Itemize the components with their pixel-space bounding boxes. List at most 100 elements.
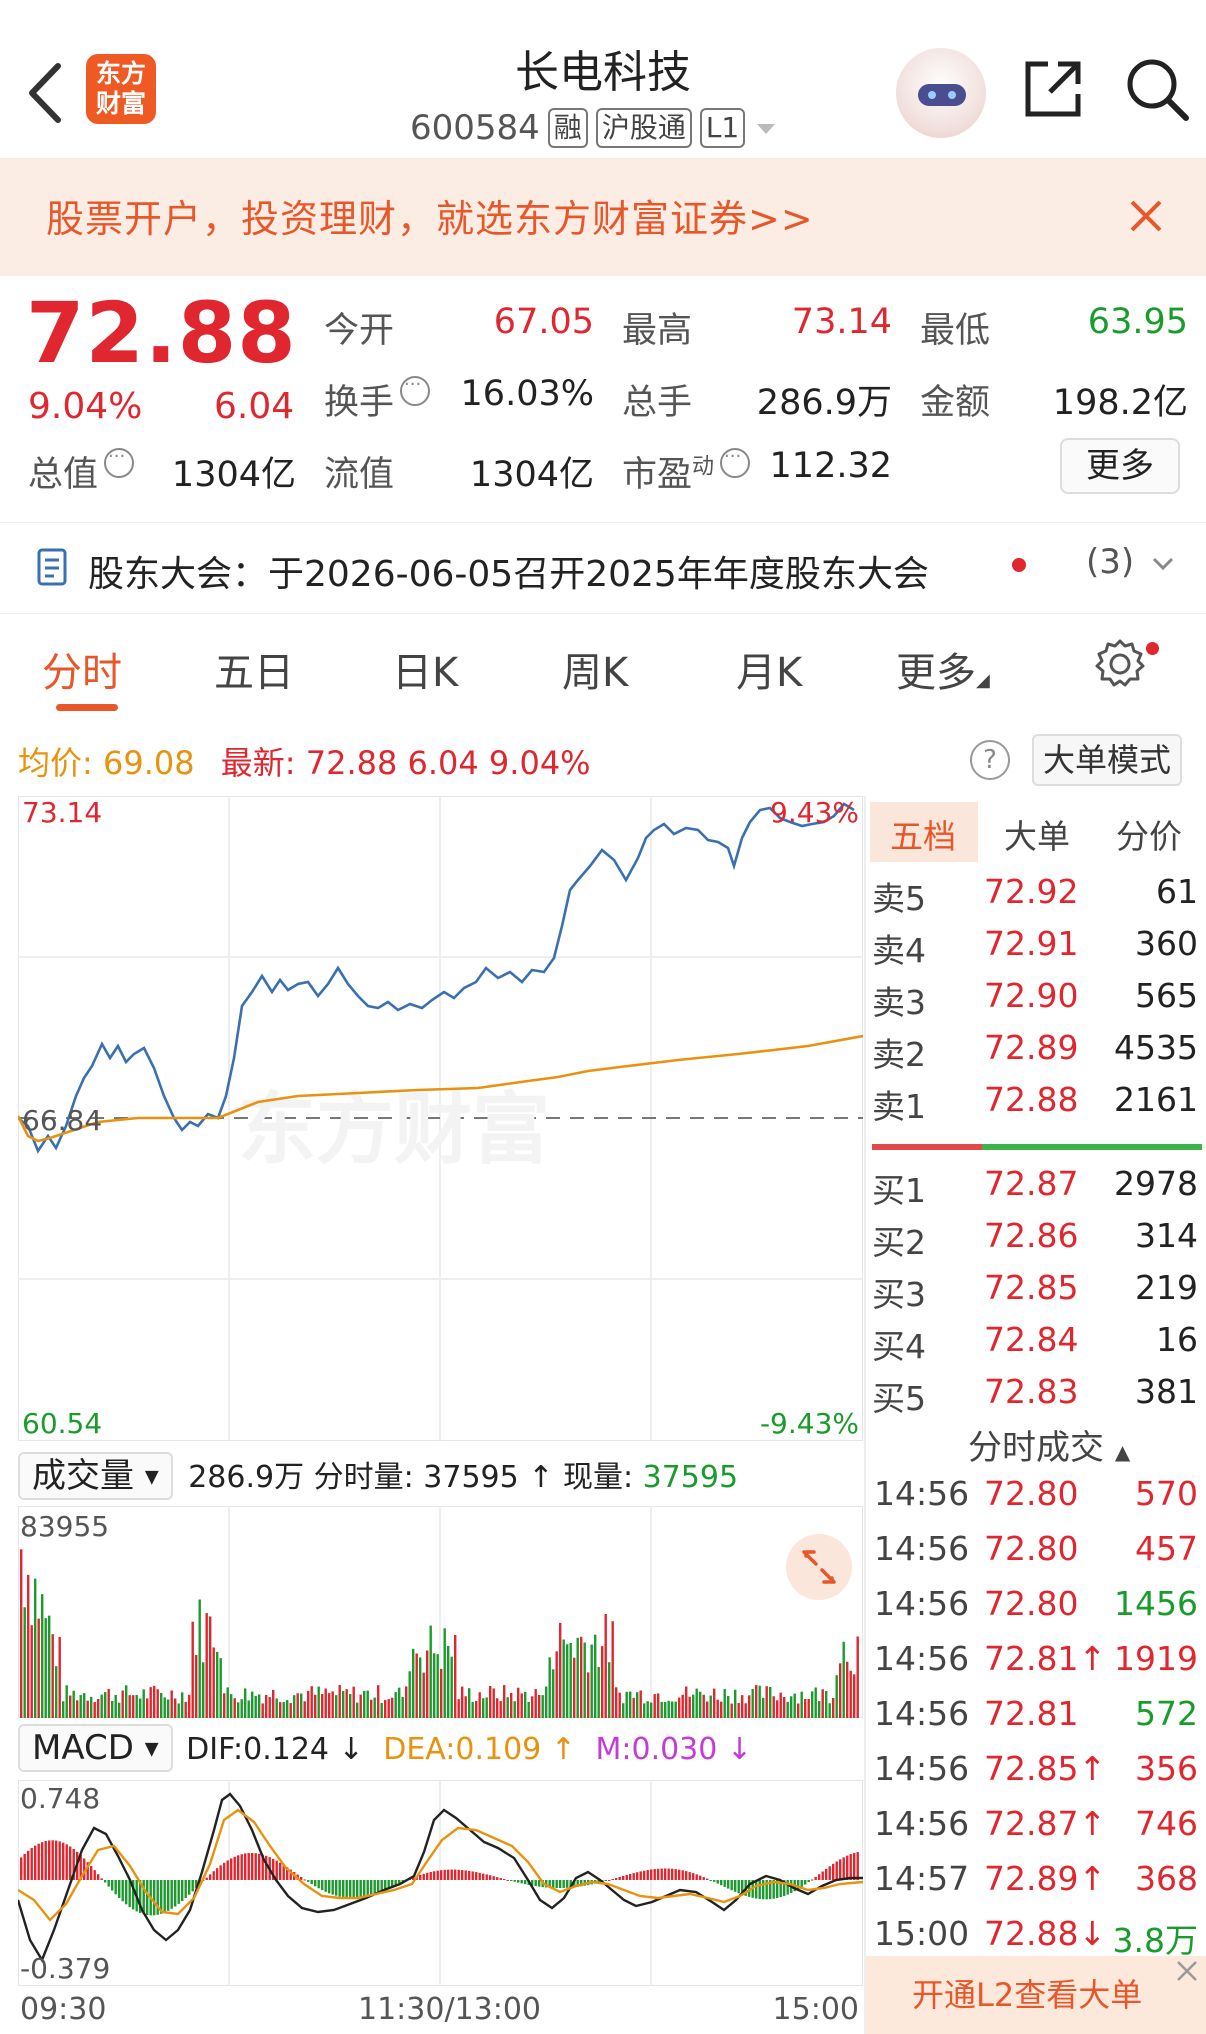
macd-bar (454, 1869, 457, 1880)
volume-bar (594, 1634, 597, 1718)
volume-bar (86, 1700, 89, 1718)
volume-bar (233, 1698, 236, 1718)
macd-bar (363, 1880, 366, 1897)
volume-bar (184, 1701, 187, 1718)
volume-bar (657, 1693, 660, 1718)
l2-banner-text[interactable]: 开通L2查看大单 (912, 1970, 1142, 2016)
macd-bar (65, 1844, 68, 1880)
turnover-label[interactable]: 换手 (324, 374, 431, 425)
volume-bar (114, 1694, 117, 1718)
close-icon[interactable] (1172, 1956, 1202, 1986)
big-order-mode-button[interactable]: 大单模式 (1032, 734, 1182, 786)
tab-daily-k[interactable]: 日K (392, 640, 458, 698)
macd-bar (233, 1856, 236, 1880)
volume-bar (786, 1701, 789, 1718)
help-icon[interactable]: ? (970, 740, 1010, 780)
assistant-robot-icon[interactable] (896, 48, 986, 138)
info-icon[interactable] (104, 446, 135, 478)
macd-bar (552, 1880, 555, 1888)
volume-bar (97, 1699, 100, 1718)
macd-bar (104, 1880, 107, 1883)
macd-bar (373, 1880, 376, 1894)
tick-trades-header[interactable]: 分时成交 ▲ (968, 1420, 1130, 1469)
expand-chart-button[interactable] (786, 1534, 852, 1600)
chevron-down-icon[interactable] (1150, 554, 1176, 574)
macd-bar (664, 1868, 667, 1880)
stock-code-line[interactable]: 600584 融 沪股通 L1 (410, 104, 779, 152)
search-icon[interactable] (1122, 54, 1192, 124)
tab-order-book[interactable]: 五档 (890, 810, 956, 858)
volume-bar (384, 1700, 387, 1718)
volume-bar (751, 1688, 754, 1718)
volume-bar (160, 1692, 163, 1718)
volume-bar (307, 1690, 310, 1718)
macd-bar (377, 1880, 380, 1893)
chevron-down-icon[interactable] (753, 118, 779, 138)
macd-bar (566, 1880, 569, 1888)
gear-icon[interactable] (1092, 636, 1148, 692)
volume-bar (401, 1696, 404, 1718)
promo-banner[interactable]: 股票开户，投资理财，就选东方财富证券>> (0, 158, 1206, 276)
volume-bar (713, 1688, 716, 1718)
volume-bar (167, 1699, 170, 1718)
macd-bar (499, 1878, 502, 1880)
tab-big-orders[interactable]: 大单 (1004, 810, 1070, 858)
macd-bar (496, 1877, 499, 1880)
current-price: 72.88 (26, 284, 297, 382)
stock-code: 600584 (410, 108, 540, 148)
mktcap-label[interactable]: 总值 (28, 446, 135, 497)
tab-weekly-k[interactable]: 周K (562, 640, 628, 698)
volume-bar (247, 1700, 250, 1718)
volume-bar (125, 1685, 128, 1718)
macd-bar (205, 1877, 208, 1880)
macd-bar (209, 1874, 212, 1880)
close-icon[interactable] (1126, 196, 1166, 236)
macd-bar (482, 1873, 485, 1880)
macd-bar (615, 1877, 618, 1880)
share-icon[interactable] (1020, 56, 1086, 122)
tab-monthly-k[interactable]: 月K (736, 640, 802, 698)
tab-price-distribution[interactable]: 分价 (1116, 810, 1182, 858)
volume-bar (237, 1702, 240, 1718)
tick-row: 14:56 72.80 1456 (874, 1584, 1198, 1623)
macd-bar (517, 1880, 520, 1883)
volume-bar (30, 1625, 33, 1718)
macd-bar (688, 1872, 691, 1880)
volume-bar (300, 1693, 303, 1718)
volume-bar (674, 1701, 677, 1718)
volume-bar (394, 1692, 397, 1718)
macd-bar (146, 1880, 149, 1915)
macd-bar (23, 1853, 26, 1880)
macd-bar (254, 1853, 257, 1880)
volume-bar (72, 1690, 75, 1718)
volume-bar (156, 1689, 159, 1718)
macd-indicator-dropdown[interactable]: MACD ▼ (18, 1724, 173, 1772)
macd-bar (538, 1880, 541, 1887)
tab-five-day[interactable]: 五日 (214, 640, 294, 698)
info-icon[interactable] (400, 374, 431, 406)
mktcap-value: 1304亿 (171, 455, 296, 495)
volume-bar (825, 1691, 828, 1718)
ask-row-1: 卖1 72.88 2161 (872, 1080, 1198, 1126)
volume-bar (765, 1686, 768, 1718)
promo-text: 股票开户，投资理财，就选东方财富证券>> (46, 197, 814, 241)
volume-bar (296, 1693, 299, 1718)
volume-bar (562, 1639, 565, 1718)
volume-bar (412, 1648, 415, 1718)
macd-bar (433, 1871, 436, 1880)
volume-bar (811, 1691, 814, 1718)
tab-more[interactable]: 更多◢ (896, 640, 990, 698)
volume-bar (321, 1694, 324, 1718)
pe-label[interactable]: 市盈动 (622, 446, 751, 497)
tick-row: 14:56 72.80 570 (874, 1474, 1198, 1513)
info-icon[interactable] (720, 446, 751, 478)
volume-bar (695, 1688, 698, 1718)
bid-row-5: 买5 72.83 381 (872, 1372, 1198, 1418)
intraday-price-chart[interactable]: 东方财富 73.14 9.43% 66.84 60.54 -9.43% (18, 796, 863, 1441)
more-button[interactable]: 更多 (1060, 438, 1180, 494)
tab-intraday[interactable]: 分时 (42, 640, 122, 698)
volume-indicator-dropdown[interactable]: 成交量 ▼ (18, 1452, 173, 1500)
volume-bar (559, 1622, 562, 1718)
volume-bar (135, 1694, 138, 1718)
volume-bar (338, 1684, 341, 1718)
